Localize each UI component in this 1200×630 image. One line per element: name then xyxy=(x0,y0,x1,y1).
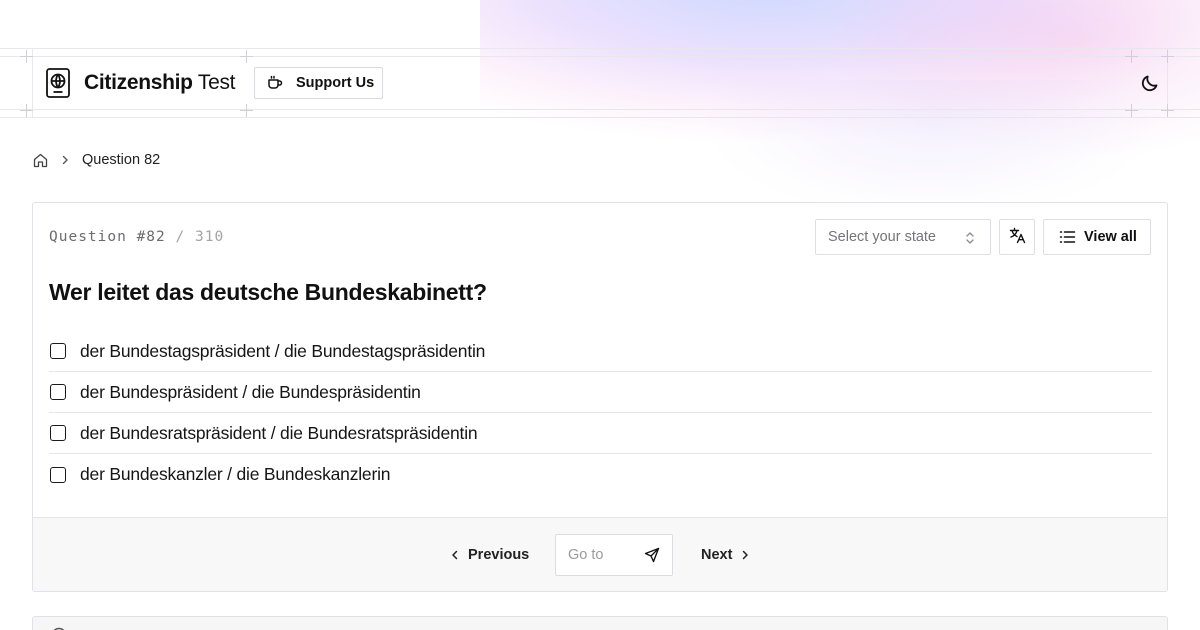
view-all-label: View all xyxy=(1084,229,1137,245)
translate-button[interactable] xyxy=(999,219,1035,255)
breadcrumb: Question 82 xyxy=(33,151,160,169)
goto-input[interactable] xyxy=(556,535,636,575)
next-button[interactable]: Next xyxy=(701,544,751,566)
chevron-right-icon xyxy=(58,153,72,167)
previous-button[interactable]: Previous xyxy=(449,544,529,566)
grid-line xyxy=(0,109,1200,110)
question-total: 310 xyxy=(194,229,225,245)
answer-checkbox[interactable] xyxy=(50,343,66,359)
chevron-left-icon xyxy=(449,549,461,561)
chevron-right-icon xyxy=(739,549,751,561)
next-section-panel xyxy=(32,616,1168,630)
coffee-cup-icon xyxy=(267,75,283,91)
question-separator: / xyxy=(175,229,186,245)
answer-checkbox[interactable] xyxy=(50,466,66,483)
previous-label: Previous xyxy=(468,547,530,563)
site-header: Citizenship Test Support Us xyxy=(0,57,1200,109)
answer-option[interactable]: der Bundeskanzler / die Bundeskanzlerin xyxy=(49,454,1152,495)
question-label: Question xyxy=(49,229,127,245)
breadcrumb-current: Question 82 xyxy=(82,152,161,168)
state-select[interactable]: Select your state xyxy=(815,219,991,255)
translate-icon xyxy=(1009,227,1026,248)
answer-option[interactable]: der Bundesratspräsident / die Bundesrats… xyxy=(49,413,1152,454)
answer-option[interactable]: der Bundestagspräsident / die Bundestags… xyxy=(49,331,1152,372)
support-us-label: Support Us xyxy=(296,75,375,91)
answer-checkbox[interactable] xyxy=(50,384,66,400)
answer-text: der Bundesratspräsident / die Bundesrats… xyxy=(80,422,478,443)
list-icon xyxy=(1059,229,1076,245)
answer-option[interactable]: der Bundespräsident / die Bundespräsiden… xyxy=(49,372,1152,413)
brand-light: Test xyxy=(197,71,236,94)
answer-text: der Bundespräsident / die Bundespräsiden… xyxy=(80,381,421,402)
goto-field xyxy=(555,534,673,576)
support-us-button[interactable]: Support Us xyxy=(254,67,383,99)
view-all-button[interactable]: View all xyxy=(1043,219,1151,255)
moon-icon[interactable] xyxy=(1140,73,1160,93)
next-label: Next xyxy=(701,547,733,563)
state-select-placeholder: Select your state xyxy=(828,229,936,245)
passport-globe-icon[interactable] xyxy=(45,67,71,99)
answer-text: der Bundeskanzler / die Bundeskanzlerin xyxy=(80,464,391,484)
question-number: #82 xyxy=(136,229,166,245)
send-icon[interactable] xyxy=(644,547,660,563)
chevrons-up-down-icon xyxy=(964,231,976,245)
answer-checkbox[interactable] xyxy=(50,425,66,441)
answer-text: der Bundestagspräsident / die Bundestags… xyxy=(80,340,486,361)
answer-list: der Bundestagspräsident / die Bundestags… xyxy=(49,331,1152,495)
question-counter: Question #82 / 310 xyxy=(49,229,224,245)
brand-bold: Citizenship xyxy=(84,71,193,94)
pagination-bar: Previous Next xyxy=(33,517,1167,591)
question-text: Wer leitet das deutsche Bundeskabinett? xyxy=(49,279,487,305)
brand-name[interactable]: Citizenship Test xyxy=(84,71,236,95)
home-icon[interactable] xyxy=(33,153,48,168)
grid-line xyxy=(0,48,1200,49)
grid-line xyxy=(0,117,1200,118)
question-card: Question #82 / 310 Select your state Vie… xyxy=(32,202,1168,592)
